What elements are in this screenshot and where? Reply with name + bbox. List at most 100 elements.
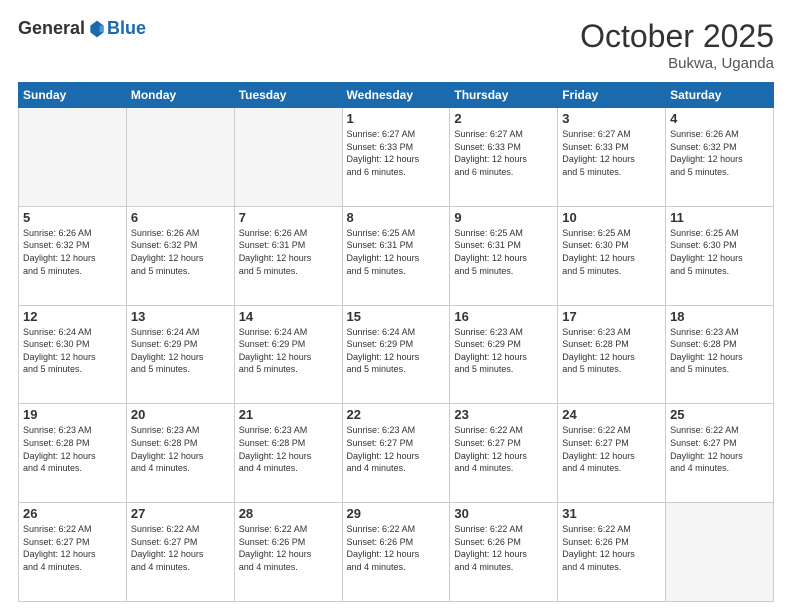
title-area: October 2025 Bukwa, Uganda: [580, 18, 774, 72]
day-info: Sunrise: 6:23 AMSunset: 6:28 PMDaylight:…: [670, 326, 769, 376]
day-info: Sunrise: 6:27 AMSunset: 6:33 PMDaylight:…: [562, 128, 661, 178]
week-row-2: 12 Sunrise: 6:24 AMSunset: 6:30 PMDayligh…: [19, 305, 774, 404]
logo-text: General Blue: [18, 18, 146, 39]
day-number: 10: [562, 210, 661, 225]
calendar-cell-w1-d2: 7Sunrise: 6:26 AMSunset: 6:31 PMDaylight…: [234, 206, 342, 305]
calendar-cell-w1-d0: 5 Sunrise: 6:26 AMSunset: 6:32 PMDaylight…: [19, 206, 127, 305]
calendar-cell-w4-d2: 28Sunrise: 6:22 AMSunset: 6:26 PMDayligh…: [234, 503, 342, 602]
calendar-cell-w4-d6: [666, 503, 774, 602]
day-info: Sunrise: 6:24 AMSunset: 6:29 PMDaylight:…: [347, 326, 446, 376]
day-number: 23: [454, 407, 553, 422]
day-number: 2: [454, 111, 553, 126]
day-number: 14: [239, 309, 338, 324]
week-row-1: 5 Sunrise: 6:26 AMSunset: 6:32 PMDaylight…: [19, 206, 774, 305]
day-info: Sunrise: 6:26 AMSunset: 6:32 PMDaylight:…: [131, 227, 230, 277]
day-number: 11: [670, 210, 769, 225]
day-number: 25: [670, 407, 769, 422]
day-info: Sunrise: 6:25 AMSunset: 6:31 PMDaylight:…: [454, 227, 553, 277]
header-friday: Friday: [558, 83, 666, 108]
day-info: Sunrise: 6:23 AMSunset: 6:28 PMDaylight:…: [239, 424, 338, 474]
day-info: Sunrise: 6:27 AMSunset: 6:33 PMDaylight:…: [347, 128, 446, 178]
day-info: Sunrise: 6:22 AMSunset: 6:27 PMDaylight:…: [23, 523, 122, 573]
day-number: 20: [131, 407, 230, 422]
calendar-cell-w2-d3: 15 Sunrise: 6:24 AMSunset: 6:29 PMDayligh…: [342, 305, 450, 404]
page: General Blue October 2025 Bukwa, Uganda …: [0, 0, 792, 612]
day-number: 30: [454, 506, 553, 521]
day-info: Sunrise: 6:23 AMSunset: 6:28 PMDaylight:…: [131, 424, 230, 474]
calendar-cell-w3-d3: 22Sunrise: 6:23 AMSunset: 6:27 PMDayligh…: [342, 404, 450, 503]
calendar-cell-w4-d5: 31 Sunrise: 6:22 AMSunset: 6:26 PMDayligh…: [558, 503, 666, 602]
header-wednesday: Wednesday: [342, 83, 450, 108]
calendar-cell-w2-d2: 14Sunrise: 6:24 AMSunset: 6:29 PMDayligh…: [234, 305, 342, 404]
header: General Blue October 2025 Bukwa, Uganda: [18, 18, 774, 72]
calendar-cell-w3-d5: 24 Sunrise: 6:22 AMSunset: 6:27 PMDayligh…: [558, 404, 666, 503]
day-number: 29: [347, 506, 446, 521]
weekday-header-row: Sunday Monday Tuesday Wednesday Thursday…: [19, 83, 774, 108]
day-number: 8: [347, 210, 446, 225]
calendar-cell-w3-d2: 21 Sunrise: 6:23 AMSunset: 6:28 PMDayligh…: [234, 404, 342, 503]
header-sunday: Sunday: [19, 83, 127, 108]
day-info: Sunrise: 6:26 AMSunset: 6:32 PMDaylight:…: [670, 128, 769, 178]
header-thursday: Thursday: [450, 83, 558, 108]
day-info: Sunrise: 6:25 AMSunset: 6:30 PMDaylight:…: [562, 227, 661, 277]
day-info: Sunrise: 6:22 AMSunset: 6:27 PMDaylight:…: [670, 424, 769, 474]
week-row-3: 19 Sunrise: 6:23 AMSunset: 6:28 PMDayligh…: [19, 404, 774, 503]
day-number: 4: [670, 111, 769, 126]
day-info: Sunrise: 6:22 AMSunset: 6:26 PMDaylight:…: [562, 523, 661, 573]
day-number: 31: [562, 506, 661, 521]
calendar-cell-w2-d5: 17Sunrise: 6:23 AMSunset: 6:28 PMDayligh…: [558, 305, 666, 404]
day-info: Sunrise: 6:22 AMSunset: 6:27 PMDaylight:…: [454, 424, 553, 474]
calendar-cell-w0-d5: 3 Sunrise: 6:27 AMSunset: 6:33 PMDaylight…: [558, 108, 666, 207]
calendar-cell-w1-d5: 10 Sunrise: 6:25 AMSunset: 6:30 PMDayligh…: [558, 206, 666, 305]
calendar-cell-w3-d0: 19 Sunrise: 6:23 AMSunset: 6:28 PMDayligh…: [19, 404, 127, 503]
location: Bukwa, Uganda: [580, 55, 774, 72]
day-number: 7: [239, 210, 338, 225]
calendar-cell-w0-d2: [234, 108, 342, 207]
day-number: 24: [562, 407, 661, 422]
calendar-cell-w0-d6: 4 Sunrise: 6:26 AMSunset: 6:32 PMDaylight…: [666, 108, 774, 207]
day-number: 15: [347, 309, 446, 324]
header-tuesday: Tuesday: [234, 83, 342, 108]
logo-general: General: [18, 18, 85, 39]
header-monday: Monday: [126, 83, 234, 108]
day-info: Sunrise: 6:26 AMSunset: 6:32 PMDaylight:…: [23, 227, 122, 277]
calendar-cell-w0-d3: 1Sunrise: 6:27 AMSunset: 6:33 PMDaylight…: [342, 108, 450, 207]
day-number: 3: [562, 111, 661, 126]
day-info: Sunrise: 6:22 AMSunset: 6:27 PMDaylight:…: [131, 523, 230, 573]
day-info: Sunrise: 6:25 AMSunset: 6:31 PMDaylight:…: [347, 227, 446, 277]
calendar-table: Sunday Monday Tuesday Wednesday Thursday…: [18, 82, 774, 602]
logo: General Blue: [18, 18, 146, 39]
calendar-cell-w2-d6: 18 Sunrise: 6:23 AMSunset: 6:28 PMDayligh…: [666, 305, 774, 404]
day-info: Sunrise: 6:23 AMSunset: 6:27 PMDaylight:…: [347, 424, 446, 474]
day-number: 21: [239, 407, 338, 422]
calendar-cell-w0-d1: [126, 108, 234, 207]
header-saturday: Saturday: [666, 83, 774, 108]
day-number: 12: [23, 309, 122, 324]
calendar-cell-w2-d1: 13 Sunrise: 6:24 AMSunset: 6:29 PMDayligh…: [126, 305, 234, 404]
day-number: 16: [454, 309, 553, 324]
day-info: Sunrise: 6:24 AMSunset: 6:30 PMDaylight:…: [23, 326, 122, 376]
day-number: 18: [670, 309, 769, 324]
day-number: 17: [562, 309, 661, 324]
day-info: Sunrise: 6:22 AMSunset: 6:26 PMDaylight:…: [454, 523, 553, 573]
logo-blue: Blue: [107, 18, 146, 39]
day-info: Sunrise: 6:24 AMSunset: 6:29 PMDaylight:…: [131, 326, 230, 376]
day-number: 28: [239, 506, 338, 521]
day-number: 19: [23, 407, 122, 422]
day-number: 13: [131, 309, 230, 324]
day-number: 5: [23, 210, 122, 225]
calendar-cell-w4-d0: 26 Sunrise: 6:22 AMSunset: 6:27 PMDayligh…: [19, 503, 127, 602]
calendar-cell-w4-d4: 30 Sunrise: 6:22 AMSunset: 6:26 PMDayligh…: [450, 503, 558, 602]
calendar-cell-w4-d3: 29Sunrise: 6:22 AMSunset: 6:26 PMDayligh…: [342, 503, 450, 602]
calendar-cell-w2-d4: 16Sunrise: 6:23 AMSunset: 6:29 PMDayligh…: [450, 305, 558, 404]
month-title: October 2025: [580, 18, 774, 55]
calendar-cell-w1-d1: 6Sunrise: 6:26 AMSunset: 6:32 PMDaylight…: [126, 206, 234, 305]
day-info: Sunrise: 6:23 AMSunset: 6:28 PMDaylight:…: [23, 424, 122, 474]
day-info: Sunrise: 6:22 AMSunset: 6:27 PMDaylight:…: [562, 424, 661, 474]
calendar-cell-w0-d4: 2Sunrise: 6:27 AMSunset: 6:33 PMDaylight…: [450, 108, 558, 207]
week-row-0: 1Sunrise: 6:27 AMSunset: 6:33 PMDaylight…: [19, 108, 774, 207]
calendar-cell-w3-d6: 25 Sunrise: 6:22 AMSunset: 6:27 PMDayligh…: [666, 404, 774, 503]
day-number: 26: [23, 506, 122, 521]
calendar-cell-w1-d3: 8 Sunrise: 6:25 AMSunset: 6:31 PMDaylight…: [342, 206, 450, 305]
calendar-cell-w3-d4: 23 Sunrise: 6:22 AMSunset: 6:27 PMDayligh…: [450, 404, 558, 503]
